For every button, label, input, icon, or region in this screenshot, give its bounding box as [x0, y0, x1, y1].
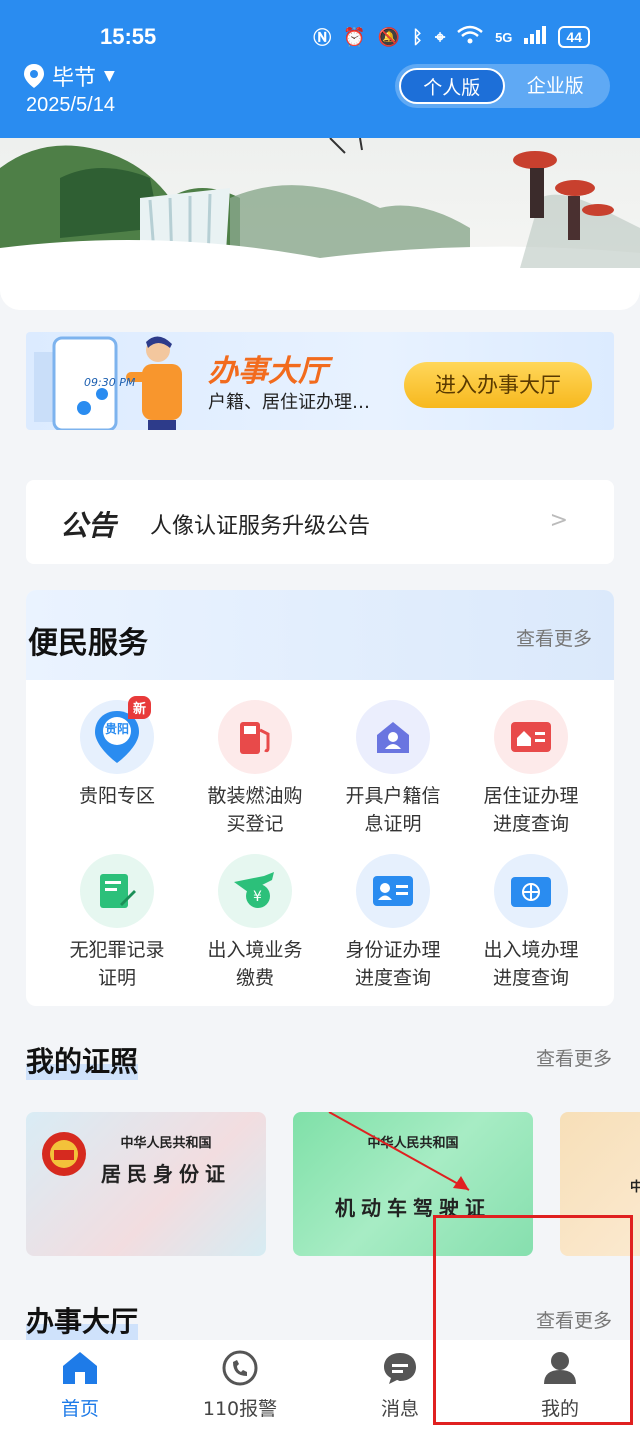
service-id-card-progress[interactable]: 身份证办理 进度查询 — [324, 854, 462, 992]
tab-label: 首页 — [60, 1398, 99, 1420]
guiyang-icon-text: 贵阳 — [104, 722, 129, 736]
service-label: 开具户籍信 息证明 — [345, 785, 441, 835]
services-grid: 贵阳 新 贵阳专区 散装燃油购买登记 开具户籍信息证明 居住证办理进度查询 — [26, 696, 614, 992]
new-badge: 新 — [128, 696, 152, 719]
services-more-link[interactable]: 查看更多 — [516, 624, 592, 651]
service-label: 身份证办理 进度查询 — [345, 939, 441, 989]
plane-payment-icon: ¥ — [218, 854, 292, 928]
mute-icon: 🔕 — [377, 26, 401, 47]
bluetooth-icon: ᛒ — [412, 26, 423, 47]
hall-banner-title: 办事大厅 — [208, 354, 328, 389]
convenience-services-card: 便民服务 查看更多 贵阳 新 贵阳专区 散装燃油购买登记 开具户籍信息证明 — [26, 590, 614, 1006]
tab-label: 110报警 — [202, 1398, 278, 1420]
landscape-banner[interactable] — [0, 138, 640, 310]
service-hall-banner[interactable]: 09:30 PM 办事大厅 户籍、居住证办理… 进入办事大厅 — [26, 332, 614, 430]
cert-issuer: 中华人民共和国 — [120, 1136, 212, 1151]
tab-110-alarm[interactable]: 110报警 — [160, 1340, 320, 1429]
network-label: 5G — [495, 29, 513, 45]
location-icon: ⌖ — [434, 26, 446, 47]
location-pin-icon — [24, 64, 44, 88]
household-icon — [356, 700, 430, 774]
battery-indicator: 44 — [558, 26, 590, 48]
service-label: 散装燃油购 买登记 — [207, 785, 303, 835]
services-title: 便民服务 — [28, 626, 148, 661]
nfc-icon: Ⓝ — [313, 28, 332, 48]
signal-icon — [524, 25, 547, 49]
notice-tag: 公告 — [60, 509, 117, 542]
cert-name: 居民身份证 — [101, 1162, 231, 1186]
chat-bubble-icon — [384, 1353, 416, 1384]
enter-hall-button[interactable]: 进入办事大厅 — [404, 362, 592, 408]
service-label: 出入境业务 缴费 — [207, 939, 303, 989]
service-guiyang-zone[interactable]: 贵阳 新 贵阳专区 — [48, 696, 186, 838]
city-name: 毕节 — [52, 66, 97, 91]
chevron-right-icon: > — [549, 508, 568, 533]
phone-time: 09:30 PM — [84, 376, 136, 389]
residence-card-icon — [494, 700, 568, 774]
id-card-cert[interactable]: 中华人民共和国 居民身份证 — [26, 1112, 266, 1256]
service-label: 无犯罪记录 证明 — [69, 939, 165, 989]
edition-toggle: 个人版 企业版 — [395, 64, 610, 108]
city-selector[interactable]: 毕节 ▼ — [24, 60, 115, 92]
status-time: 15:55 — [100, 24, 157, 49]
red-highlight-box — [433, 1215, 633, 1425]
service-exit-entry-payment[interactable]: ¥ 出入境业务 缴费 — [186, 854, 324, 992]
cert-issuer: 中 — [630, 1180, 640, 1195]
service-label: 出入境办理 进度查询 — [483, 939, 579, 989]
services-header: 便民服务 查看更多 — [26, 590, 614, 680]
current-date: 2025/5/14 — [26, 94, 115, 116]
certs-title: 我的证照 — [26, 1040, 139, 1080]
document-pen-icon — [80, 854, 154, 928]
top-header: 15:55 Ⓝ ⏰ 🔕 ᛒ ⌖ 5G 44 毕节 ▼ 2025/5/14 个人版… — [0, 0, 640, 138]
notice-bar[interactable]: 公告 人像认证服务升级公告 > — [26, 480, 614, 564]
chevron-down-icon: ▼ — [104, 68, 115, 84]
tab-home[interactable]: 首页 — [0, 1340, 160, 1429]
status-icons: Ⓝ ⏰ 🔕 ᛒ ⌖ 5G 44 — [313, 24, 590, 50]
alarm-icon: ⏰ — [343, 26, 366, 47]
enterprise-edition-tab[interactable]: 企业版 — [505, 68, 607, 104]
service-residence-permit-progress[interactable]: 居住证办理 进度查询 — [462, 700, 600, 838]
service-label: 贵阳专区 — [78, 785, 155, 807]
passport-icon — [494, 854, 568, 928]
home-icon — [63, 1352, 97, 1384]
service-exit-entry-progress[interactable]: 出入境办理 进度查询 — [462, 854, 600, 992]
hall-banner-subtitle: 户籍、居住证办理… — [208, 392, 370, 413]
personal-edition-tab[interactable]: 个人版 — [399, 68, 505, 104]
service-fuel-registration[interactable]: 散装燃油购 买登记 — [186, 700, 324, 838]
notice-text: 人像认证服务升级公告 — [150, 514, 371, 539]
wifi-icon — [457, 25, 483, 50]
service-label: 居住证办理 进度查询 — [483, 785, 579, 835]
fuel-pump-icon — [218, 700, 292, 774]
hall-section-title: 办事大厅 — [26, 1300, 139, 1340]
service-household-certificate[interactable]: 开具户籍信 息证明 — [324, 700, 462, 838]
landscape-illustration — [0, 138, 640, 310]
phone-icon — [222, 1350, 258, 1386]
svg-text:¥: ¥ — [253, 889, 262, 905]
service-no-criminal-record[interactable]: 无犯罪记录 证明 — [48, 854, 186, 992]
certs-more-link[interactable]: 查看更多 — [536, 1044, 612, 1071]
id-card-icon — [356, 854, 430, 928]
